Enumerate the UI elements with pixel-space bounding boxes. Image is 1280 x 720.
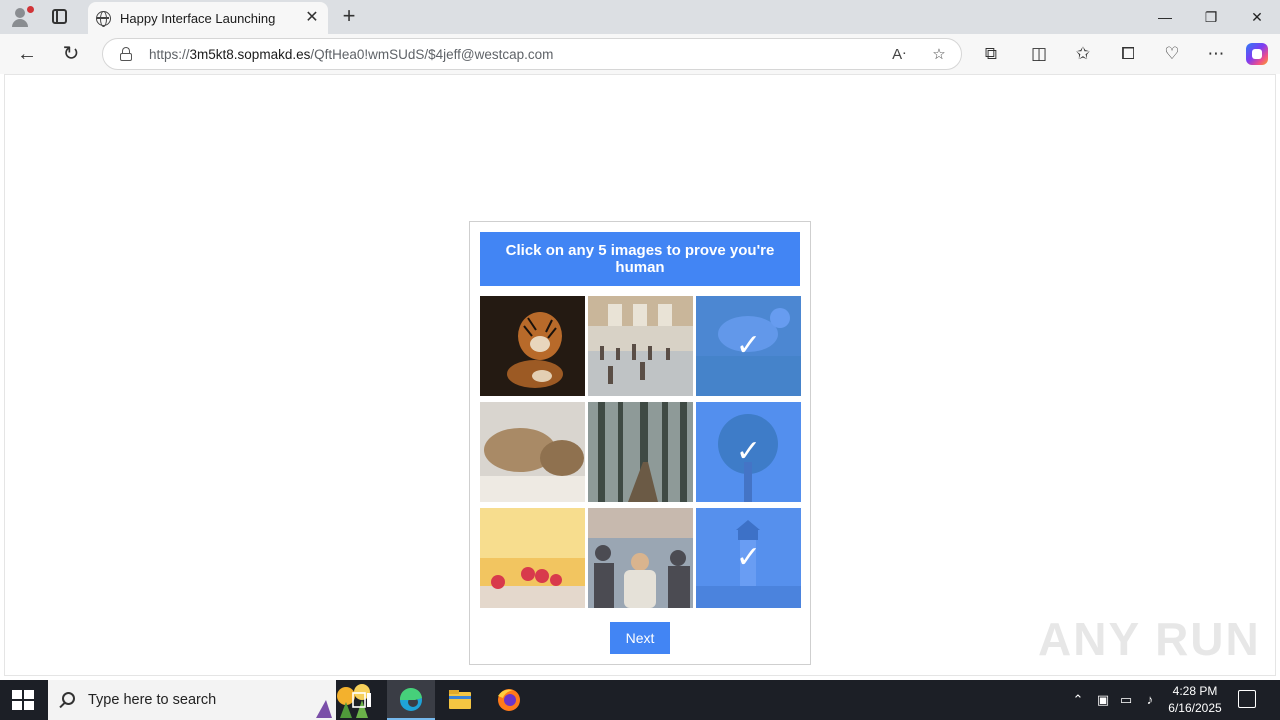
back-button[interactable]: ← [14, 41, 40, 67]
refresh-button[interactable]: ↻ [58, 41, 84, 67]
more-icon[interactable]: ⋯ [1204, 42, 1228, 66]
globe-icon [96, 11, 111, 27]
network-icon[interactable]: ▭ [1117, 691, 1135, 709]
tab-happy-interface[interactable]: Happy Interface Launching ✕ [88, 2, 328, 34]
file-explorer-icon[interactable] [436, 680, 484, 720]
check-mark-icon: ✓ [735, 541, 762, 574]
windows-start-icon[interactable] [12, 690, 34, 710]
anyrun-watermark: ANY RUN [1038, 613, 1261, 665]
captcha-image-misty-forest[interactable] [588, 402, 693, 502]
search-icon [62, 692, 75, 705]
close-window-button[interactable]: ✕ [1242, 6, 1272, 28]
device-icon[interactable]: ▣ [1094, 691, 1112, 709]
read-aloud-icon[interactable]: Aᐧ [889, 45, 909, 65]
collections-icon[interactable]: ⧠ [1116, 42, 1140, 66]
check-mark-icon: ✓ [735, 435, 762, 468]
url-text[interactable]: https://3m5kt8.sopmakd.es/QftHea0!wmSUdS… [149, 47, 553, 62]
captcha-image-tiger[interactable] [480, 296, 585, 396]
check-mark-icon: ✓ [735, 329, 762, 362]
volume-icon[interactable]: ♪ [1141, 691, 1159, 709]
lock-icon[interactable] [119, 47, 133, 61]
next-button[interactable]: Next [610, 622, 670, 654]
captcha-image-grid: ✓ ✓ ✓ [480, 296, 801, 613]
task-view-icon[interactable] [338, 680, 386, 720]
new-tab-button[interactable]: + [338, 4, 360, 28]
captcha-widget: Click on any 5 images to prove you're hu… [469, 221, 811, 665]
edge-app-icon[interactable] [387, 680, 435, 720]
clock-date: 6/16/2025 [1168, 701, 1222, 715]
taskbar-search-box[interactable]: Type here to search [48, 680, 370, 720]
clock-time: 4:28 PM [1172, 684, 1218, 698]
profile-icon[interactable] [10, 6, 34, 28]
minimize-button[interactable]: — [1150, 6, 1180, 28]
browser-toolbar: ← ↻ https://3m5kt8.sopmakd.es/QftHea0!wm… [0, 34, 1280, 74]
captcha-image-tree[interactable]: ✓ [696, 402, 801, 502]
captcha-image-street-crowd[interactable] [588, 508, 693, 608]
split-screen-icon[interactable]: ◫ [1027, 42, 1051, 66]
extensions-icon[interactable]: ⧉ [979, 42, 1003, 66]
favorite-star-icon[interactable]: ☆ [929, 45, 949, 65]
search-placeholder: Type here to search [88, 692, 217, 708]
tab-actions-icon[interactable] [52, 9, 67, 24]
captcha-image-raspberries[interactable] [480, 508, 585, 608]
captcha-image-sheep-grazing[interactable]: ✓ [696, 296, 801, 396]
captcha-instruction: Click on any 5 images to prove you're hu… [480, 232, 800, 286]
close-tab-icon[interactable]: ✕ [302, 8, 322, 28]
captcha-image-walruses[interactable] [480, 402, 585, 502]
favorites-icon[interactable]: ✩ [1071, 42, 1095, 66]
address-bar[interactable]: https://3m5kt8.sopmakd.es/QftHea0!wmSUdS… [102, 38, 962, 70]
taskbar-clock[interactable]: 4:28 PM 6/16/2025 [1160, 683, 1230, 717]
windows-taskbar: Type here to search ⌃ ▣ ▭ ♪ 4:28 PM 6/16… [0, 680, 1280, 720]
captcha-image-lighthouse[interactable]: ✓ [696, 508, 801, 608]
show-hidden-icons-icon[interactable]: ⌃ [1069, 691, 1087, 709]
copilot-icon[interactable] [1246, 43, 1268, 65]
restore-button[interactable]: ❐ [1196, 6, 1226, 28]
notifications-icon[interactable] [1238, 690, 1256, 708]
browser-title-bar: Happy Interface Launching ✕ + — ❐ ✕ [0, 0, 1280, 34]
captcha-image-crowded-hall[interactable] [588, 296, 693, 396]
firefox-icon[interactable] [485, 680, 533, 720]
tab-title: Happy Interface Launching [120, 11, 276, 26]
browser-essentials-icon[interactable]: ♡ [1160, 42, 1184, 66]
